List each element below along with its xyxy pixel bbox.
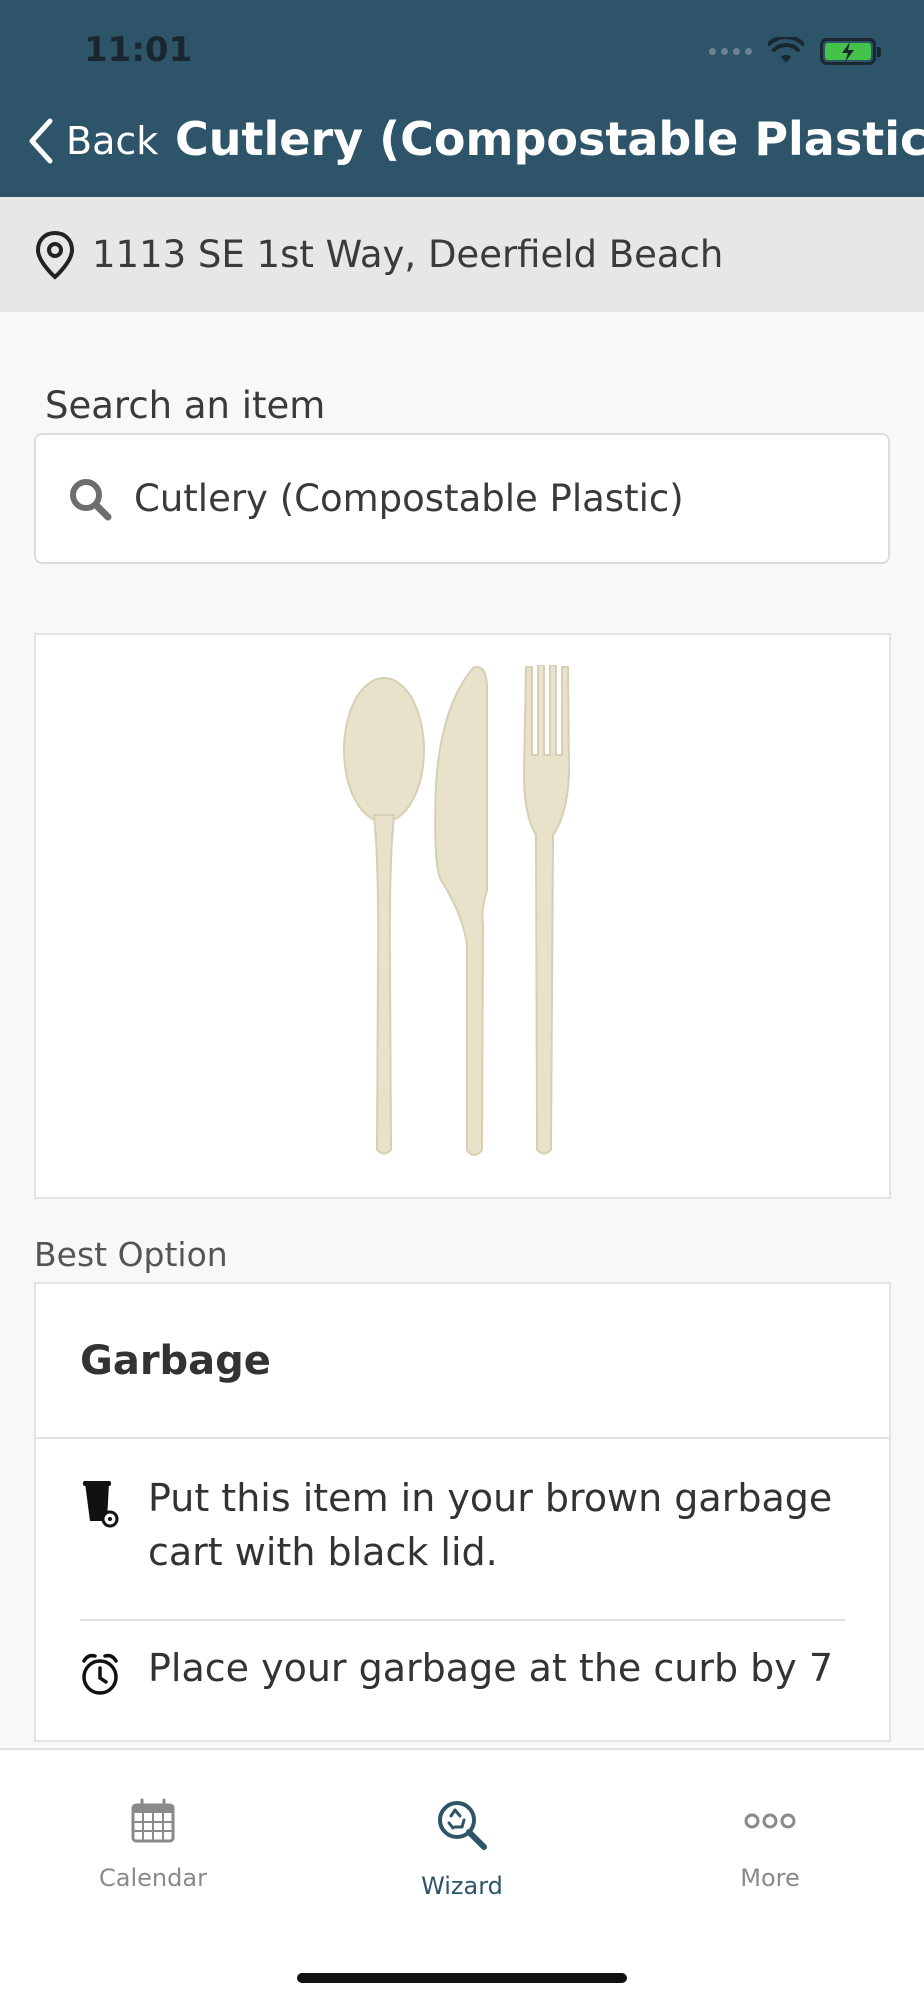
- disposal-option-card: Garbage Put this item in your brown garb…: [34, 1282, 891, 1742]
- option-header: Garbage: [36, 1284, 889, 1439]
- item-image-card: [34, 633, 891, 1199]
- tab-bar: Calendar Wizard More: [0, 1748, 924, 2000]
- search-label: Search an item: [45, 384, 326, 427]
- tab-label: Wizard: [421, 1872, 503, 1900]
- back-label: Back: [66, 119, 159, 163]
- more-icon: [744, 1813, 796, 1829]
- status-icons: [709, 34, 881, 68]
- instruction-text-line: Place your garbage at the curb by 7: [148, 1646, 834, 1690]
- address-text: 1113 SE 1st Way, Deerfield Beach: [92, 233, 724, 276]
- tab-wizard[interactable]: Wizard: [362, 1798, 562, 1900]
- search-input[interactable]: Cutlery (Compostable Plastic): [34, 433, 890, 564]
- option-title: Garbage: [80, 1337, 271, 1384]
- cutlery-image: [343, 665, 571, 1156]
- wifi-icon: [768, 37, 804, 63]
- address-bar[interactable]: 1113 SE 1st Way, Deerfield Beach: [0, 197, 924, 312]
- location-pin-icon: [35, 230, 75, 280]
- search-icon: [70, 478, 112, 520]
- wizard-search-icon: [438, 1801, 487, 1850]
- garbage-cart-icon: [83, 1481, 119, 1528]
- instruction-item: Place your garbage at the curb by 7: [36, 1621, 889, 1697]
- tab-label: More: [740, 1864, 800, 1892]
- back-button[interactable]: Back: [28, 118, 158, 164]
- instruction-text-line: cart with black lid.: [148, 1530, 498, 1574]
- search-value: Cutlery (Compostable Plastic): [134, 477, 684, 520]
- instruction-item: Put this item in your brown garbage cart…: [36, 1439, 889, 1619]
- status-time: 11:01: [84, 30, 193, 70]
- app-header: 11:01 Back Cutlery (Compostable Plastic): [0, 0, 924, 197]
- alarm-clock-icon: [82, 1653, 118, 1695]
- tab-calendar[interactable]: Calendar: [53, 1798, 253, 1892]
- tab-label: Calendar: [99, 1864, 207, 1892]
- instruction-text-line: Put this item in your brown garbage: [148, 1476, 833, 1520]
- best-option-label: Best Option: [34, 1235, 228, 1274]
- home-indicator[interactable]: [297, 1973, 627, 1983]
- page-title: Cutlery (Compostable Plastic): [175, 112, 924, 166]
- chevron-left-icon: [29, 118, 53, 164]
- calendar-icon: [131, 1798, 175, 1843]
- tab-more[interactable]: More: [670, 1798, 870, 1892]
- battery-icon: [820, 37, 881, 65]
- signal-dots-icon: [709, 47, 752, 55]
